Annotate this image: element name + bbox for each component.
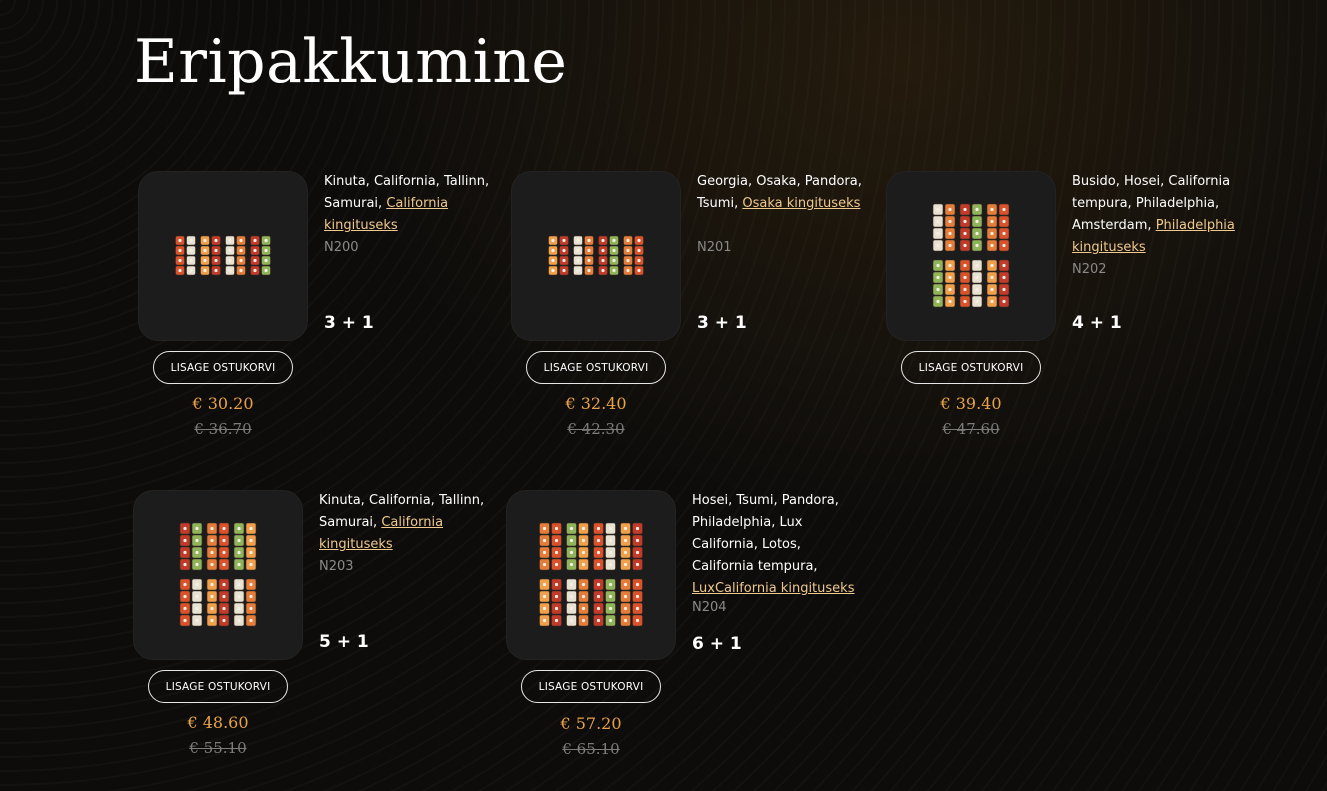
combo-label: 3 + 1	[324, 313, 374, 333]
gift-link[interactable]: Osaka kingituseks	[742, 196, 860, 211]
sushi-set-icon	[179, 522, 257, 627]
product-code: N204	[692, 600, 727, 615]
product-code: N201	[697, 240, 732, 255]
sushi-set-icon	[548, 235, 644, 276]
product-image[interactable]	[138, 171, 308, 341]
add-to-cart-button[interactable]: LISAGE OSTUKORVI	[148, 670, 288, 703]
combo-label: 4 + 1	[1072, 313, 1122, 333]
product-card-n203: Kinuta, California, Tallinn, Samurai, Ca…	[133, 490, 484, 770]
sushi-set-icon	[175, 235, 271, 276]
current-price: € 39.40	[940, 394, 1002, 413]
old-price: € 47.60	[942, 420, 1000, 438]
product-description: Georgia, Osaka, Pandora, Tsumi, Osaka ki…	[697, 171, 867, 215]
gift-link[interactable]: LuxCalifornia kingituseks	[692, 581, 854, 596]
product-code: N203	[319, 559, 354, 574]
add-to-cart-button[interactable]: LISAGE OSTUKORVI	[521, 670, 661, 703]
product-image[interactable]	[886, 171, 1056, 341]
product-image[interactable]	[506, 490, 676, 660]
combo-label: 5 + 1	[319, 632, 369, 652]
product-description: Kinuta, California, Tallinn, Samurai, Ca…	[324, 171, 494, 237]
old-price: € 36.70	[194, 420, 252, 438]
old-price: € 42.30	[567, 420, 625, 438]
product-image[interactable]	[511, 171, 681, 341]
product-description: Busido, Hosei, California tempura, Phila…	[1072, 171, 1242, 259]
product-card-n200: Kinuta, California, Tallinn, Samurai, Ca…	[138, 171, 489, 451]
current-price: € 32.40	[565, 394, 627, 413]
current-price: € 48.60	[187, 713, 249, 732]
product-description: Hosei, Tsumi, Pandora, Philadelphia, Lux…	[692, 490, 862, 600]
description-text: Hosei, Tsumi, Pandora, Philadelphia, Lux…	[692, 493, 839, 574]
page-title: Eripakkumine	[134, 27, 568, 97]
product-card-n201: Georgia, Osaka, Pandora, Tsumi, Osaka ki…	[511, 171, 862, 451]
add-to-cart-button[interactable]: LISAGE OSTUKORVI	[901, 351, 1041, 384]
sushi-set-icon	[932, 203, 1010, 308]
product-image[interactable]	[133, 490, 303, 660]
old-price: € 55.10	[189, 739, 247, 757]
product-card-n204: Hosei, Tsumi, Pandora, Philadelphia, Lux…	[506, 490, 854, 770]
current-price: € 57.20	[560, 714, 622, 733]
old-price: € 65.10	[562, 740, 620, 758]
product-card-n202: Busido, Hosei, California tempura, Phila…	[886, 171, 1235, 451]
product-code: N200	[324, 240, 359, 255]
add-to-cart-button[interactable]: LISAGE OSTUKORVI	[526, 351, 666, 384]
current-price: € 30.20	[192, 394, 254, 413]
combo-label: 6 + 1	[692, 634, 742, 654]
combo-label: 3 + 1	[697, 313, 747, 333]
add-to-cart-button[interactable]: LISAGE OSTUKORVI	[153, 351, 293, 384]
product-description: Kinuta, California, Tallinn, Samurai, Ca…	[319, 490, 489, 556]
product-code: N202	[1072, 262, 1107, 277]
sushi-set-icon	[539, 522, 643, 627]
